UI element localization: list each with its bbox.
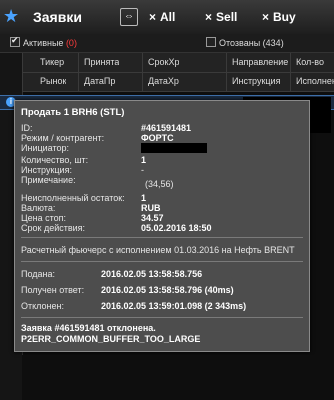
column-divider bbox=[78, 53, 79, 91]
instrument-description: Расчетный фьючерс с исполнением 01.03.20… bbox=[21, 245, 295, 255]
tab-revoked[interactable]: Отозваны (434) bbox=[206, 37, 284, 48]
field-label: ID: bbox=[21, 123, 33, 133]
field-value: 1 bbox=[141, 193, 147, 203]
active-checkbox[interactable] bbox=[10, 35, 20, 47]
redacted-initiator bbox=[141, 143, 207, 153]
close-icon: × bbox=[205, 10, 213, 24]
field-value: #461591481 bbox=[141, 123, 192, 133]
col-instruction[interactable]: Инструкция bbox=[232, 76, 280, 86]
field-label: Цена стоп: bbox=[21, 213, 67, 223]
col-market[interactable]: Рынок bbox=[40, 76, 66, 86]
field-label: Срок действия: bbox=[21, 223, 86, 233]
time-value: 2016.02.05 13:58:58.796 (40ms) bbox=[101, 285, 234, 295]
toolbar: Заявки ⇔ × All × Sell × Buy bbox=[0, 0, 334, 35]
close-icon: × bbox=[149, 10, 157, 24]
expand-collapse-icon[interactable]: ⇔ bbox=[120, 8, 138, 26]
field-value: RUB bbox=[141, 203, 161, 213]
field-value: - bbox=[141, 165, 144, 175]
filter-sell-button[interactable]: × Sell bbox=[205, 10, 237, 24]
divider bbox=[21, 317, 303, 318]
col-quantity[interactable]: Кол-во bbox=[296, 57, 324, 67]
col-expiry[interactable]: СрокХр bbox=[148, 57, 179, 67]
divider bbox=[21, 261, 303, 262]
orders-grid-body bbox=[22, 355, 334, 400]
column-divider bbox=[290, 53, 291, 91]
field-label: Количество, шт: bbox=[21, 155, 89, 165]
col-accept-date[interactable]: ДатаПр bbox=[84, 76, 115, 86]
rejection-message: Заявка #461591481 отклонена. bbox=[21, 323, 156, 333]
divider bbox=[21, 237, 303, 238]
order-status-tabs: Активные (0) Отозваны (434) bbox=[0, 34, 334, 53]
time-value: 2016.02.05 13:59:01.098 (2 343ms) bbox=[101, 301, 247, 311]
column-divider bbox=[142, 53, 143, 91]
col-ticker[interactable]: Тикер bbox=[40, 57, 64, 67]
col-executed[interactable]: Исполнен bbox=[296, 76, 334, 86]
popup-title: Продать 1 BRH6 (STL) bbox=[21, 107, 125, 118]
col-expiry-date[interactable]: ДатаХр bbox=[148, 76, 179, 86]
column-divider bbox=[226, 53, 227, 91]
field-label: Неисполненный остаток: bbox=[21, 193, 125, 203]
window-title: Заявки bbox=[33, 9, 82, 25]
close-icon: × bbox=[262, 10, 270, 24]
filter-buy-button[interactable]: × Buy bbox=[262, 10, 296, 24]
orders-grid-header: Тикер Принята СрокХр Направление Кол-во … bbox=[22, 53, 334, 92]
col-direction[interactable]: Направление bbox=[232, 57, 288, 67]
tab-active[interactable]: Активные (0) bbox=[10, 35, 77, 48]
field-label: Инструкция: bbox=[21, 165, 72, 175]
star-icon[interactable]: ★ bbox=[3, 6, 19, 27]
time-value: 2016.02.05 13:58:58.756 bbox=[101, 269, 203, 279]
filter-all-button[interactable]: × All bbox=[149, 10, 175, 24]
order-details-popup: Продать 1 BRH6 (STL) ID: #461591481 Режи… bbox=[14, 100, 310, 352]
time-label: Подана: bbox=[21, 269, 56, 279]
header-row-1: Тикер Принята СрокХр Направление Кол-во bbox=[22, 53, 334, 73]
field-value: 05.02.2016 18:50 bbox=[141, 223, 212, 233]
field-label: Режим / контрагент: bbox=[21, 133, 105, 143]
field-value: 1 bbox=[141, 155, 147, 165]
time-label: Получен ответ: bbox=[21, 285, 85, 295]
time-label: Отклонен: bbox=[21, 301, 64, 311]
revoked-checkbox[interactable] bbox=[206, 37, 216, 47]
error-code: P2ERR_COMMON_BUFFER_TOO_LARGE bbox=[21, 334, 201, 344]
field-value: (34,56) bbox=[145, 179, 174, 189]
column-divider bbox=[22, 53, 23, 91]
col-accepted[interactable]: Принята bbox=[84, 57, 119, 67]
active-count: (0) bbox=[65, 38, 77, 48]
field-value: ФОРТС bbox=[141, 133, 174, 143]
field-value: 34.57 bbox=[141, 213, 164, 223]
field-label: Инициатор: bbox=[21, 143, 69, 153]
field-label: Примечание: bbox=[21, 175, 76, 185]
header-row-2: Рынок ДатаПр ДатаХр Инструкция Исполнен bbox=[22, 72, 334, 92]
field-label: Валюта: bbox=[21, 203, 56, 213]
